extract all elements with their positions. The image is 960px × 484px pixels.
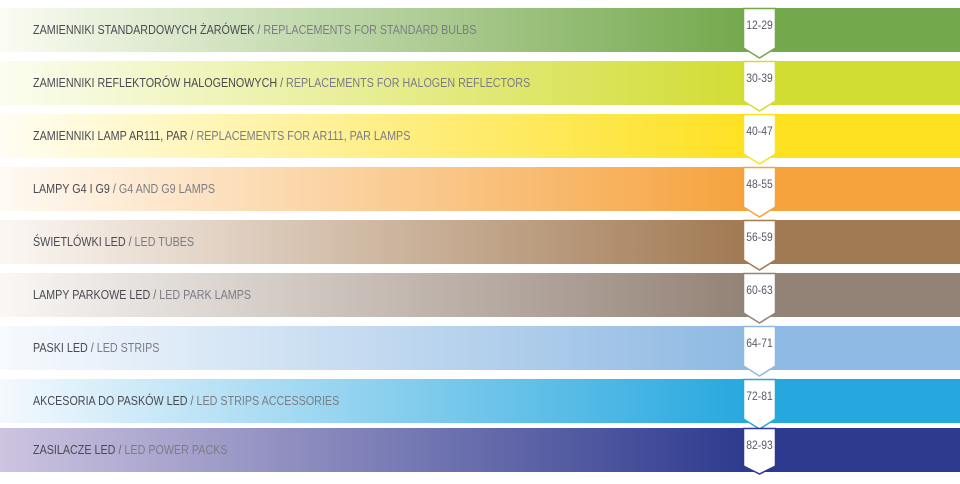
label-polish: ZASILACZE LED — [33, 443, 116, 457]
page-range: 40-47 — [746, 126, 773, 138]
toc-row-label: AKCESORIA DO PASKÓW LED / LED STRIPS ACC… — [33, 394, 339, 408]
label-english: G4 AND G9 LAMPS — [118, 182, 216, 196]
label-english: LED STRIPS — [96, 341, 160, 355]
page-range: 30-39 — [746, 73, 773, 85]
page-range: 12-29 — [746, 20, 773, 32]
toc-row-standard-bulbs[interactable]: ZAMIENNIKI STANDARDOWYCH ŻARÓWEK / REPLA… — [0, 7, 960, 59]
table-of-contents: ZAMIENNIKI STANDARDOWYCH ŻARÓWEK / REPLA… — [0, 0, 960, 479]
toc-row-halogen-reflectors[interactable]: ZAMIENNIKI REFLEKTORÓW HALOGENOWYCH / RE… — [0, 60, 960, 112]
label-english: REPLACEMENTS FOR STANDARD BULBS — [263, 23, 477, 37]
tag-shape — [742, 113, 777, 165]
page-range-tag[interactable]: 72-81 — [742, 378, 777, 435]
page-range-tag[interactable]: 40-47 — [742, 113, 777, 170]
tag-shape — [742, 325, 777, 377]
label-separator: / — [187, 394, 197, 408]
page-range: 64-71 — [746, 338, 773, 350]
tag-shape — [742, 219, 777, 271]
toc-row-label: ZAMIENNIKI REFLEKTORÓW HALOGENOWYCH / RE… — [33, 76, 530, 90]
tag-shape — [742, 166, 777, 218]
toc-row-led-strips[interactable]: PASKI LED / LED STRIPS 64-71 — [0, 325, 960, 377]
page-range-tag[interactable]: 82-93 — [742, 427, 777, 484]
page-range-tag[interactable]: 48-55 — [742, 166, 777, 223]
page-range: 82-93 — [746, 440, 773, 452]
label-polish: PASKI LED — [33, 341, 88, 355]
label-english: LED STRIPS ACCESSORIES — [196, 394, 340, 408]
label-english: REPLACEMENTS FOR HALOGEN REFLECTORS — [286, 76, 531, 90]
label-separator: / — [125, 235, 135, 249]
toc-row-label: ZAMIENNIKI LAMP AR111, PAR / REPLACEMENT… — [33, 129, 410, 143]
toc-row-led-power-packs[interactable]: ZASILACZE LED / LED POWER PACKS 82-93 — [0, 427, 960, 475]
tag-shape — [742, 272, 777, 324]
label-separator: / — [187, 129, 197, 143]
label-polish: ŚWIETLÓWKI LED — [33, 235, 126, 249]
label-separator: / — [150, 288, 160, 302]
toc-row-label: PASKI LED / LED STRIPS — [33, 341, 159, 355]
label-separator: / — [277, 76, 287, 90]
page-range: 60-63 — [746, 285, 773, 297]
label-polish: AKCESORIA DO PASKÓW LED — [33, 394, 188, 408]
page-range-tag[interactable]: 64-71 — [742, 325, 777, 382]
label-separator: / — [115, 443, 125, 457]
toc-row-label: ZASILACZE LED / LED POWER PACKS — [33, 443, 228, 457]
page-range: 48-55 — [746, 179, 773, 191]
label-separator: / — [254, 23, 264, 37]
tag-shape — [742, 378, 777, 430]
label-separator: / — [109, 182, 119, 196]
label-english: REPLACEMENTS FOR AR111, PAR LAMPS — [196, 129, 411, 143]
page-range-tag[interactable]: 60-63 — [742, 272, 777, 329]
toc-row-label: ŚWIETLÓWKI LED / LED TUBES — [33, 235, 194, 249]
label-polish: ZAMIENNIKI REFLEKTORÓW HALOGENOWYCH — [33, 76, 278, 90]
label-english: LED POWER PACKS — [124, 443, 228, 457]
page-range: 56-59 — [746, 232, 773, 244]
toc-row-led-strips-accessories[interactable]: AKCESORIA DO PASKÓW LED / LED STRIPS ACC… — [0, 378, 960, 430]
label-polish: ZAMIENNIKI LAMP AR111, PAR — [33, 129, 188, 143]
toc-row-label: ZAMIENNIKI STANDARDOWYCH ŻARÓWEK / REPLA… — [33, 23, 476, 37]
page-range-tag[interactable]: 12-29 — [742, 7, 777, 64]
toc-row-led-park-lamps[interactable]: LAMPY PARKOWE LED / LED PARK LAMPS 60-63 — [0, 272, 960, 324]
label-english: LED TUBES — [134, 235, 195, 249]
toc-row-g4-g9[interactable]: LAMPY G4 I G9 / G4 AND G9 LAMPS 48-55 — [0, 166, 960, 218]
label-polish: LAMPY G4 I G9 — [33, 182, 110, 196]
toc-row-label: LAMPY G4 I G9 / G4 AND G9 LAMPS — [33, 182, 215, 196]
label-separator: / — [87, 341, 97, 355]
page-range-tag[interactable]: 30-39 — [742, 60, 777, 117]
toc-row-label: LAMPY PARKOWE LED / LED PARK LAMPS — [33, 288, 251, 302]
page-range: 72-81 — [746, 391, 773, 403]
tag-shape — [742, 427, 777, 475]
page-range-tag[interactable]: 56-59 — [742, 219, 777, 276]
toc-row-led-tubes[interactable]: ŚWIETLÓWKI LED / LED TUBES 56-59 — [0, 219, 960, 271]
tag-shape — [742, 60, 777, 112]
label-polish: ZAMIENNIKI STANDARDOWYCH ŻARÓWEK — [33, 23, 255, 37]
label-english: LED PARK LAMPS — [159, 288, 252, 302]
toc-row-ar111-par[interactable]: ZAMIENNIKI LAMP AR111, PAR / REPLACEMENT… — [0, 113, 960, 165]
label-polish: LAMPY PARKOWE LED — [33, 288, 151, 302]
tag-shape — [742, 7, 777, 59]
